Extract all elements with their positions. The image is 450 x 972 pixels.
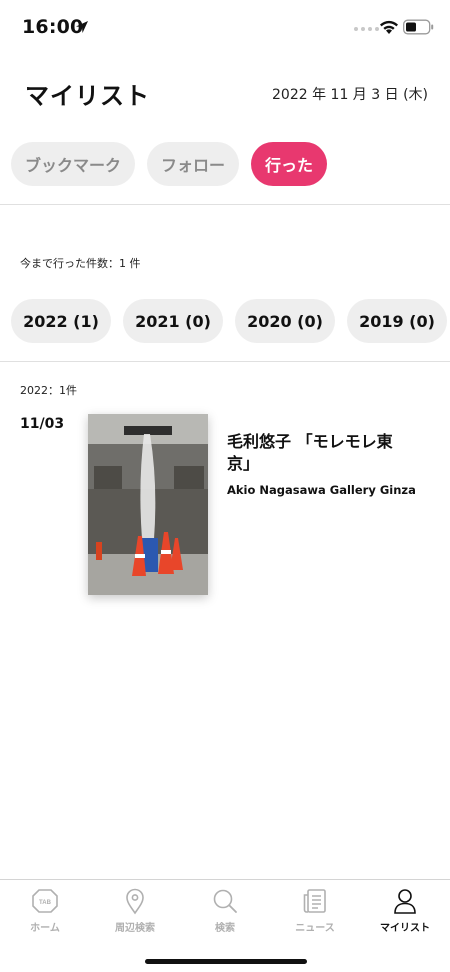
- entry-thumbnail[interactable]: [88, 414, 208, 595]
- artwork-photo-icon: [88, 414, 208, 595]
- tab-news[interactable]: ニュース: [270, 886, 360, 940]
- person-icon: [394, 889, 416, 914]
- tab-news-label: ニュース: [295, 923, 335, 934]
- svg-text:TAB: TAB: [39, 900, 52, 906]
- wifi-icon: [380, 20, 398, 34]
- year-filter: 2022 (1) 2021 (0) 2020 (0) 2019 (0): [11, 299, 447, 343]
- search-icon: [213, 889, 237, 913]
- tab-mylist[interactable]: マイリスト: [360, 886, 450, 940]
- segment-tabs: ブックマーク フォロー 行った: [11, 142, 327, 186]
- page-title: マイリスト: [25, 82, 150, 110]
- news-icon: [303, 889, 326, 913]
- year-summary: 2022：1件: [20, 384, 77, 397]
- year-chip-2022[interactable]: 2022 (1): [11, 299, 111, 343]
- tab-nearby[interactable]: 周辺検索: [90, 886, 180, 940]
- status-bar: 16:00: [0, 0, 450, 54]
- page-date: 2022 年 11 月 3 日 (木): [272, 87, 428, 103]
- entry-date: 11/03: [20, 416, 65, 432]
- year-chip-2019[interactable]: 2019 (0): [347, 299, 447, 343]
- tab-follow[interactable]: フォロー: [147, 142, 239, 186]
- divider: [0, 361, 450, 362]
- entry-title[interactable]: 毛利悠子 「モレモレ東京」: [227, 431, 402, 475]
- tab-bookmark[interactable]: ブックマーク: [11, 142, 135, 186]
- divider: [0, 204, 450, 205]
- home-icon: TAB: [32, 889, 58, 913]
- year-chip-2021[interactable]: 2021 (0): [123, 299, 223, 343]
- location-pin-icon: [126, 888, 144, 915]
- battery-icon: [403, 19, 434, 35]
- signal-icon: [354, 27, 379, 31]
- tab-home-label: ホーム: [30, 923, 60, 934]
- tab-visited[interactable]: 行った: [251, 142, 327, 186]
- tab-nearby-label: 周辺検索: [115, 923, 155, 934]
- tab-home[interactable]: TAB ホーム: [0, 886, 90, 940]
- location-arrow-icon: [76, 21, 88, 33]
- visited-count: 今まで行った件数：1 件: [20, 257, 141, 270]
- tab-mylist-label: マイリスト: [380, 923, 430, 934]
- tab-search-label: 検索: [215, 923, 235, 934]
- home-indicator[interactable]: [145, 959, 307, 964]
- tab-search[interactable]: 検索: [180, 886, 270, 940]
- year-chip-2020[interactable]: 2020 (0): [235, 299, 335, 343]
- entry-venue: Akio Nagasawa Gallery Ginza: [227, 483, 416, 497]
